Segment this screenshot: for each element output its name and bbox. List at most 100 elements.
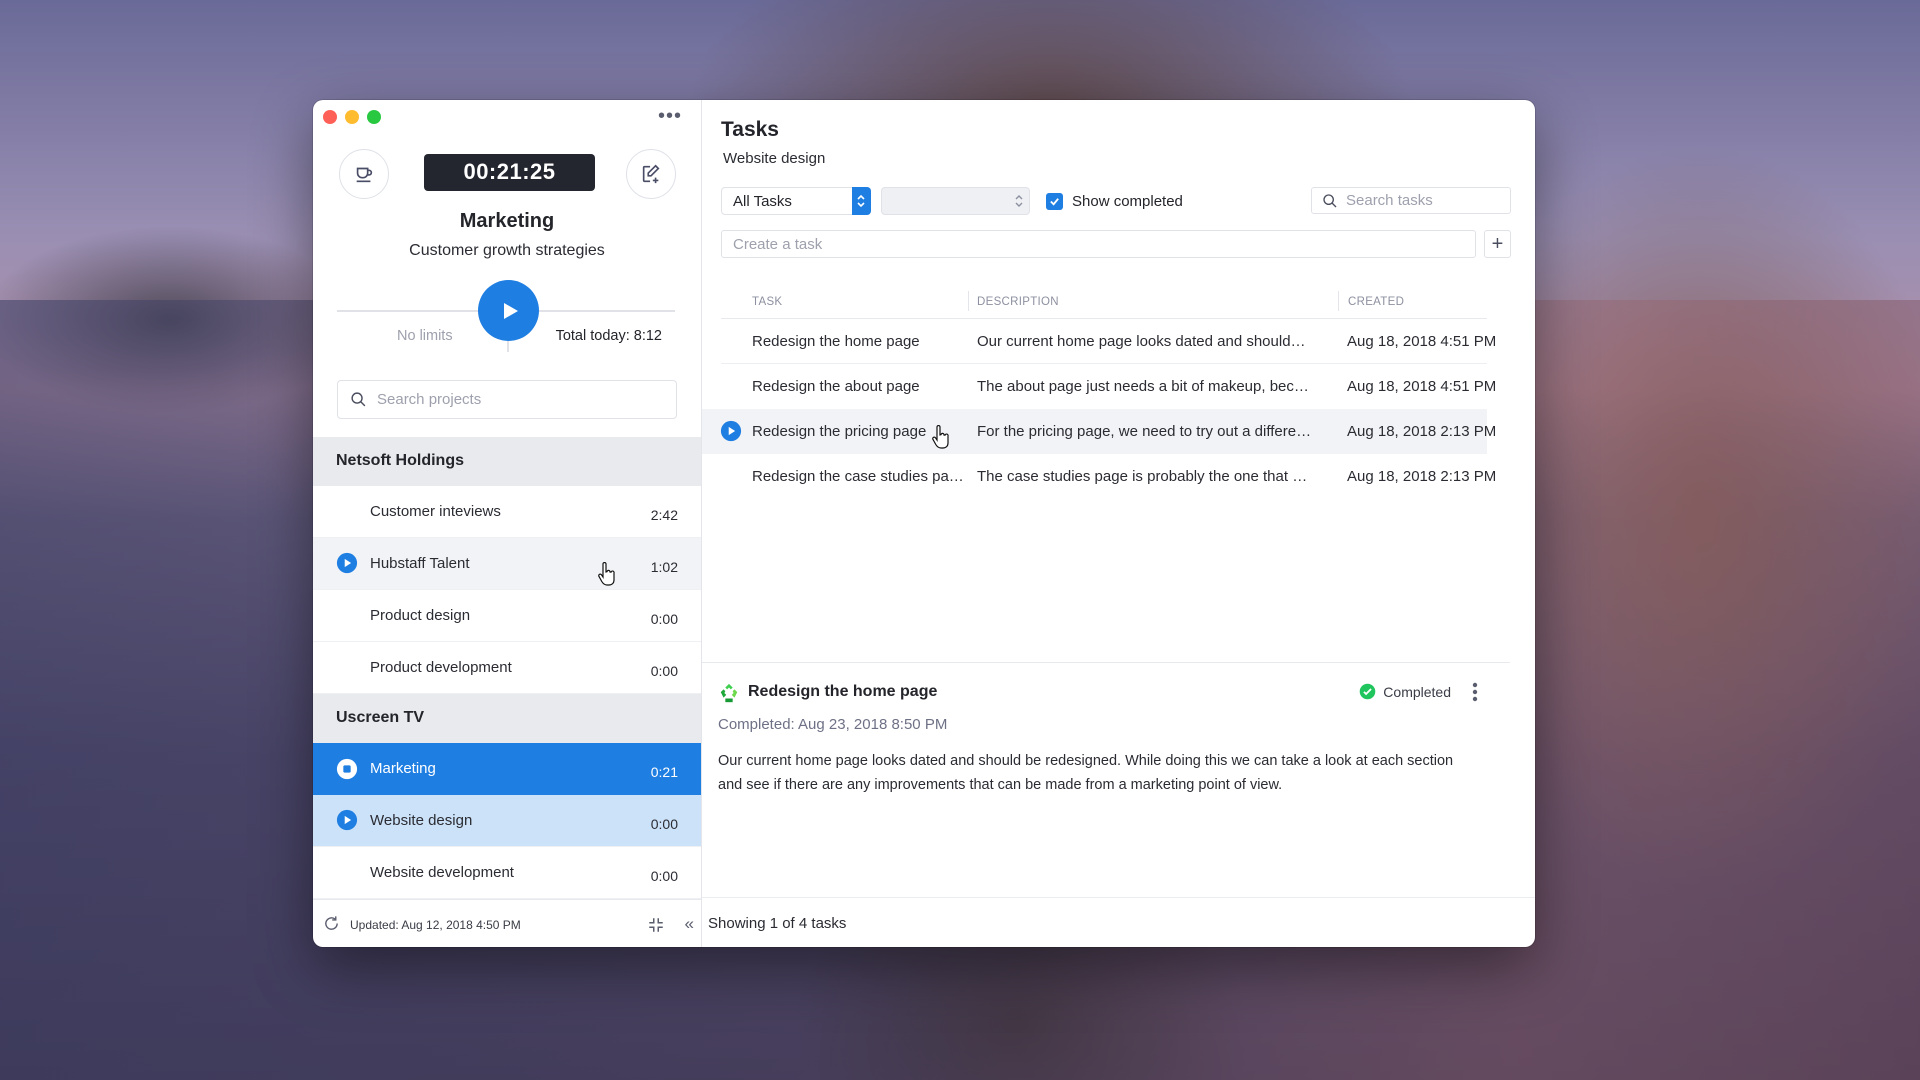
title-bar: ••• [313,100,701,135]
task-detail-panel: Redesign the home page Completed Complet… [702,662,1510,897]
column-divider [968,291,969,311]
search-icon [1323,193,1337,207]
column-header-description[interactable]: DESCRIPTION [977,296,1059,308]
status-badge: Completed [1359,683,1451,700]
task-created: Aug 18, 2018 4:51 PM [1347,378,1497,395]
tasks-panel: Tasks Website design All Tasks Show comp… [702,100,1535,947]
collapse-sidebar-icon[interactable]: « [685,914,694,934]
task-name: Redesign the case studies pa… [752,468,964,485]
current-task-subtitle: Customer growth strategies [409,242,605,260]
project-row-hubstaff-talent[interactable]: Hubstaff Talent 1:02 [313,537,701,590]
minimize-window-button[interactable] [345,110,359,124]
tasks-table: TASK DESCRIPTION CREATED Redesign the ho… [702,284,1510,499]
create-task-input[interactable] [733,235,1433,253]
play-circle-icon[interactable] [336,809,358,831]
task-description: For the pricing page, we need to try out… [977,423,1312,440]
group-header-uscreen: Uscreen TV [313,693,701,743]
secondary-filter-select[interactable] [881,187,1030,215]
refresh-icon[interactable] [323,915,340,932]
checkbox-checked-icon[interactable] [1046,193,1063,210]
project-row-website-design[interactable]: Website design 0:00 [313,794,701,847]
window-controls [323,110,381,124]
project-name: Product design [370,606,471,624]
project-list: Netsoft Holdings Customer inteviews 2:42… [313,436,701,899]
project-name: Website design [370,811,473,829]
table-row[interactable]: Redesign the pricing page For the pricin… [702,409,1496,454]
break-button[interactable] [339,148,389,199]
tasks-count: Showing 1 of 4 tasks [708,915,847,932]
show-completed-checkbox[interactable]: Show completed [1046,193,1183,210]
sidebar-footer: Updated: Aug 12, 2018 4:50 PM « [313,898,701,947]
task-created: Aug 18, 2018 4:51 PM [1347,333,1497,350]
close-window-button[interactable] [323,110,337,124]
kebab-menu-icon[interactable] [1472,681,1478,703]
edit-button[interactable] [626,148,676,199]
play-circle-icon[interactable] [720,420,742,442]
select-arrows-icon [1015,195,1023,207]
task-filter-value: All Tasks [733,192,792,210]
task-detail-title: Redesign the home page [748,683,938,700]
check-circle-icon [1360,683,1376,700]
task-description: The case studies page is probably the on… [977,468,1308,485]
add-task-button[interactable]: + [1484,230,1511,258]
status-label: Completed [1383,683,1451,700]
play-circle-icon[interactable] [336,552,358,574]
create-task-field[interactable] [721,230,1476,258]
sidebar: ••• 00:21:25 Marketing Customer growth s… [313,100,702,947]
task-name: Redesign the about page [752,378,920,395]
group-header-netsoft: Netsoft Holdings [313,436,701,486]
show-completed-label: Show completed [1072,193,1183,210]
column-header-task[interactable]: TASK [752,296,782,308]
project-row-website-development[interactable]: Website development 0:00 [313,847,701,899]
project-name: Website development [370,863,514,881]
task-created: Aug 18, 2018 2:13 PM [1347,468,1497,485]
search-projects-input[interactable] [377,391,627,409]
limit-label: No limits [397,328,453,345]
search-tasks-input[interactable] [1346,192,1506,209]
project-time: 0:00 [650,815,678,832]
edit-add-icon [642,164,660,183]
table-row[interactable]: Redesign the about page The about page j… [702,364,1510,409]
last-updated: Updated: Aug 12, 2018 4:50 PM [350,917,521,932]
task-filter-select[interactable]: All Tasks [721,186,871,215]
project-time: 0:21 [650,763,678,780]
timer-display: 00:21:25 [424,153,595,191]
task-name: Redesign the pricing page [752,423,927,440]
table-row[interactable]: Redesign the home page Our current home … [702,319,1510,364]
project-row-marketing[interactable]: Marketing 0:21 [313,742,701,795]
table-header: TASK DESCRIPTION CREATED [721,284,1487,319]
task-detail-description: Our current home page looks dated and sh… [718,753,1454,793]
timer-row: 00:21:25 [313,135,701,202]
completed-task-icon [720,683,738,703]
stop-circle-icon[interactable] [336,758,358,780]
table-row[interactable]: Redesign the case studies pa… The case s… [702,454,1510,499]
column-divider [1338,291,1339,311]
column-header-created[interactable]: CREATED [1348,296,1404,308]
task-description: The about page just needs a bit of makeu… [977,378,1309,395]
page-title: Tasks [721,118,779,141]
project-row-customer-interviews[interactable]: Customer inteviews 2:42 [313,486,701,538]
zoom-window-button[interactable] [367,110,381,124]
coffee-cup-icon [356,167,373,182]
project-row-product-development[interactable]: Product development 0:00 [313,642,701,694]
project-name: Marketing [370,760,436,778]
completed-timestamp: Completed: Aug 23, 2018 8:50 PM [718,716,948,733]
search-projects-field[interactable] [337,380,677,419]
project-time: 0:00 [650,662,678,679]
task-name: Redesign the home page [752,333,920,350]
project-name: Product development [370,658,512,676]
project-name: Hubstaff Talent [370,554,470,572]
project-row-product-design[interactable]: Product design 0:00 [313,590,701,642]
ellipsis-icon[interactable]: ••• [658,106,682,126]
project-time: 1:02 [650,558,678,575]
play-icon [503,302,518,319]
tasks-footer: Showing 1 of 4 tasks [702,897,1535,947]
total-today: Total today: 8:12 [555,328,662,345]
start-timer-button[interactable] [478,280,539,342]
search-tasks-field[interactable] [1311,187,1511,214]
app-window: ••• 00:21:25 Marketing Customer growth s… [313,100,1535,947]
task-created: Aug 18, 2018 2:13 PM [1347,423,1497,440]
task-description: Our current home page looks dated and sh… [977,333,1306,350]
compress-icon[interactable] [647,916,665,934]
current-project-title: Marketing [459,210,555,233]
